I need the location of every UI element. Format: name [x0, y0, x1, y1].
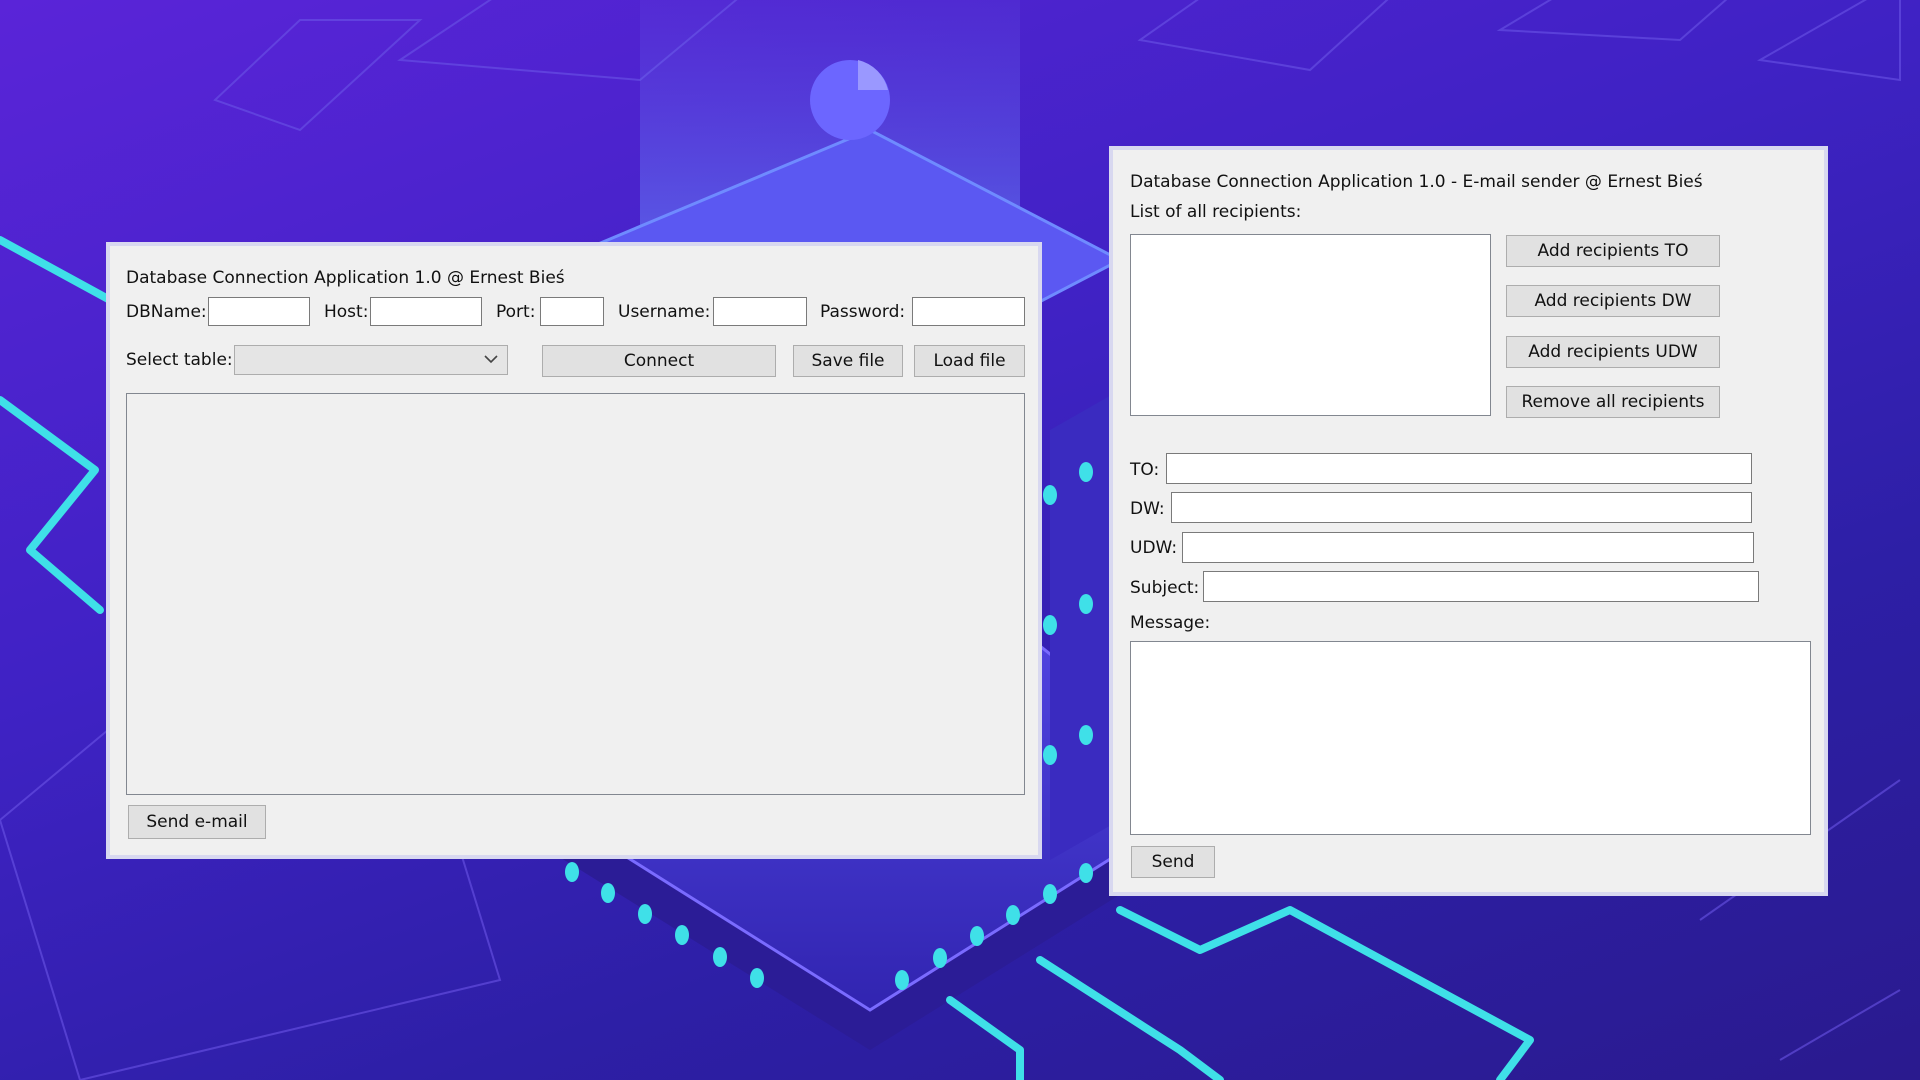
password-field[interactable] [912, 297, 1025, 326]
message-textarea[interactable] [1130, 641, 1811, 835]
username-field[interactable] [713, 297, 807, 326]
host-label: Host: [324, 302, 369, 322]
add-recipients-udw-button[interactable]: Add recipients UDW [1506, 336, 1720, 368]
save-file-button[interactable]: Save file [793, 345, 903, 377]
email-window-title: Database Connection Application 1.0 - E-… [1130, 172, 1703, 192]
to-label: TO: [1130, 460, 1160, 480]
send-button[interactable]: Send [1131, 846, 1215, 878]
data-grid-panel[interactable] [126, 393, 1025, 795]
recipients-list[interactable] [1130, 234, 1491, 416]
udw-label: UDW: [1130, 538, 1178, 558]
message-label: Message: [1130, 613, 1211, 633]
select-table-label: Select table: [126, 350, 233, 370]
username-label: Username: [618, 302, 711, 322]
udw-field[interactable] [1182, 532, 1754, 563]
dbname-label: DBName: [126, 302, 207, 322]
port-field[interactable] [540, 297, 604, 326]
to-field[interactable] [1166, 453, 1752, 484]
dw-field[interactable] [1171, 492, 1752, 523]
load-file-button[interactable]: Load file [914, 345, 1025, 377]
chevron-down-icon [483, 351, 499, 372]
port-label: Port: [496, 302, 536, 322]
password-label: Password: [820, 302, 906, 322]
main-window-title: Database Connection Application 1.0 @ Er… [126, 268, 565, 288]
email-window: Database Connection Application 1.0 - E-… [1109, 146, 1828, 896]
connect-button[interactable]: Connect [542, 345, 776, 377]
remove-all-recipients-button[interactable]: Remove all recipients [1506, 386, 1720, 418]
host-field[interactable] [370, 297, 482, 326]
send-email-button[interactable]: Send e-mail [128, 805, 266, 839]
recipients-label: List of all recipients: [1130, 202, 1302, 222]
main-window: Database Connection Application 1.0 @ Er… [106, 242, 1042, 859]
dw-label: DW: [1130, 499, 1165, 519]
add-recipients-to-button[interactable]: Add recipients TO [1506, 235, 1720, 267]
subject-label: Subject: [1130, 578, 1200, 598]
add-recipients-dw-button[interactable]: Add recipients DW [1506, 285, 1720, 317]
dbname-field[interactable] [208, 297, 310, 326]
subject-field[interactable] [1203, 571, 1759, 602]
select-table-dropdown[interactable] [234, 345, 508, 375]
